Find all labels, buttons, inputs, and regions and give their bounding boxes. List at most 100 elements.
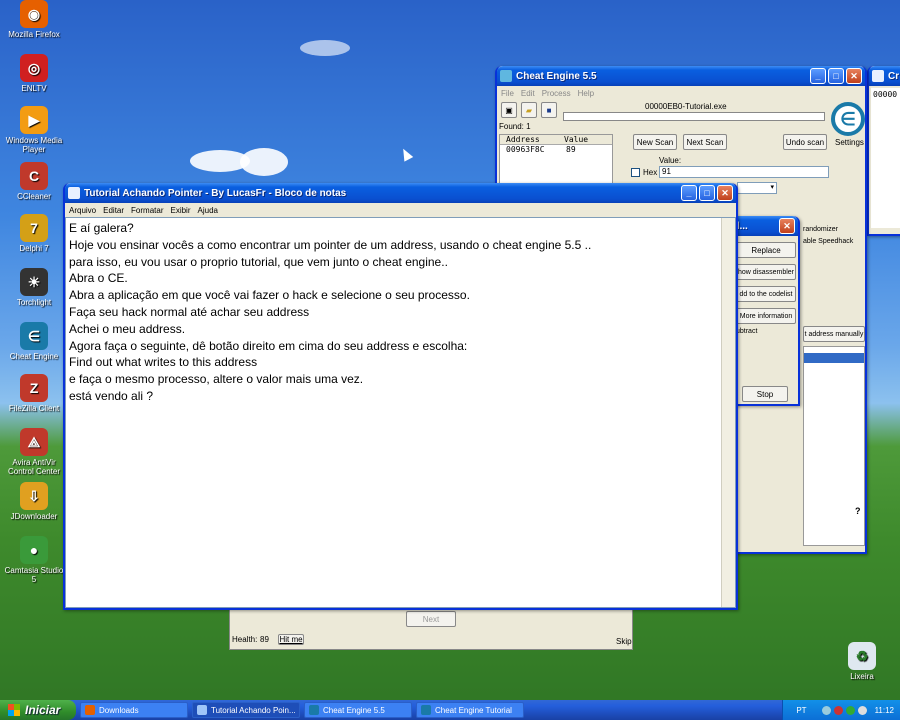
menu-file[interactable]: File [501,89,514,98]
app-icon: ⟁ [20,428,48,456]
desktop-icon[interactable]: ● Camtasia Studio 5 [2,536,66,584]
maximize-button[interactable]: □ [699,185,715,201]
app-icon [85,705,95,715]
cheat-engine-icon [500,70,512,82]
minimize-button[interactable]: _ [810,68,826,84]
cheat-engine-title: Cheat Engine 5.5 [516,70,597,82]
close-button[interactable]: ✕ [846,68,862,84]
text-line: E aí galera? [69,221,134,235]
maximize-button[interactable]: □ [828,68,844,84]
value-column-header[interactable]: Value [564,135,612,144]
scan-type-select[interactable]: ▾ [737,182,777,194]
menu-arquivo[interactable]: Arquivo [69,206,96,215]
text-line: Hoje vou ensinar vocês a como encontrar … [69,237,592,252]
taskbar-button-label: Cheat Engine Tutorial [435,705,512,715]
taskbar: Iniciar Downloads Tutorial Achando Poin..… [0,700,900,720]
hex-checkbox[interactable] [631,168,640,177]
task-button-group: Downloads Tutorial Achando Poin... Cheat E… [76,702,524,718]
desktop-icon[interactable]: ⇩ JDownloader [2,482,66,521]
notepad-window[interactable]: Tutorial Achando Pointer - By LucasFr - … [63,183,738,610]
settings-label[interactable]: Settings [835,138,864,147]
menu-ajuda[interactable]: Ajuda [198,206,218,215]
next-button[interactable]: Next [406,611,456,627]
app-icon: ◎ [20,54,48,82]
notepad-text-area[interactable]: E aí galera? Hoje vou ensinar vocês a com… [65,217,736,608]
value-label: Value: [659,156,682,165]
desktop-icon[interactable]: ◎ ENLTV [2,54,66,93]
more-information-button[interactable]: More information [736,308,796,324]
table-row[interactable]: 00963F8C 89 [500,145,612,154]
show-disassembler-button[interactable]: how disassembler [736,264,796,280]
hit-me-button[interactable]: Hit me [278,634,304,645]
app-icon: ◉ [20,0,48,28]
desktop-icon[interactable]: ∈ Cheat Engine [2,322,66,361]
recycle-bin[interactable]: ♻ Lixeira [830,642,894,681]
app-icon: ⇩ [20,482,48,510]
app-icon [421,705,431,715]
help-icon[interactable]: ? [855,506,861,516]
replace-button[interactable]: Replace [736,242,796,258]
desktop-icon[interactable]: ☀ Torchlight [2,268,66,307]
skip-button[interactable]: Skip [616,637,632,646]
close-button[interactable]: ✕ [717,185,733,201]
security-icon[interactable] [845,705,855,715]
vertical-scrollbar[interactable] [721,218,735,607]
desktop-icon-label: Windows Media Player [5,136,63,154]
desktop-icon[interactable]: ⟁ Avira AntiVir Control Center [2,428,66,476]
notepad-titlebar[interactable]: Tutorial Achando Pointer - By LucasFr - … [65,183,736,203]
undo-scan-button[interactable]: Undo scan [783,134,827,150]
desktop-icon[interactable]: 7 Delphi 7 [2,214,66,253]
selected-row[interactable] [804,353,864,363]
app-icon: ▶ [20,106,48,134]
cheat-table[interactable] [803,346,865,546]
cheat-engine-icon [872,70,884,82]
ce-second-window[interactable]: Cr 00000 [867,66,900,236]
menu-edit[interactable]: Edit [521,89,535,98]
taskbar-button[interactable]: Tutorial Achando Poin... [192,702,300,718]
desktop-icon[interactable]: ▶ Windows Media Player [2,106,66,154]
menu-help[interactable]: Help [578,89,594,98]
folder-icon: ▰ [525,105,533,115]
ce-second-window-titlebar[interactable]: Cr [869,66,900,86]
taskbar-button[interactable]: Cheat Engine 5.5 [304,702,412,718]
desktop-icon[interactable]: ◉ Mozilla Firefox [2,0,66,39]
volume-icon[interactable] [857,705,867,715]
scan-value-input[interactable]: 91 [659,166,829,178]
select-process-button[interactable]: ▣ [501,102,517,118]
open-table-button[interactable]: ▰ [521,102,537,118]
recycle-bin-label: Lixeira [850,672,874,681]
speedhack-label: able Speedhack [803,238,854,245]
desktop-icon-label: Delphi 7 [19,244,49,253]
text-line: Abra a aplicação em que você vai fazer o… [69,288,470,303]
menu-formatar[interactable]: Formatar [131,206,163,215]
desktop-icon[interactable]: C CCleaner [2,162,66,201]
address-column-header[interactable]: Address [500,135,564,144]
text-line: Faça seu hack normal até achar seu addre… [69,304,310,319]
taskbar-button[interactable]: Downloads [80,702,188,718]
desktop-icon[interactable]: Z FileZilla Client [2,374,66,413]
computer-icon: ▣ [505,105,513,115]
save-table-button[interactable]: ■ [541,102,557,118]
network-icon[interactable] [821,705,831,715]
minimize-button[interactable]: _ [681,185,697,201]
menu-exibir[interactable]: Exibir [170,206,190,215]
cheat-engine-logo: ∈ [831,102,865,136]
start-button[interactable]: Iniciar [0,700,76,720]
app-icon: C [20,162,48,190]
start-label: Iniciar [25,703,61,717]
language-indicator[interactable]: PT [796,706,806,715]
menu-editar[interactable]: Editar [103,206,124,215]
cloud [300,40,350,56]
add-address-manually-button[interactable]: t address manually [803,326,865,342]
desktop-icon-label: Avira AntiVir Control Center [7,458,61,476]
new-scan-button[interactable]: New Scan [633,134,677,150]
menu-process[interactable]: Process [542,89,571,98]
next-scan-button[interactable]: Next Scan [683,134,727,150]
close-button[interactable]: ✕ [779,218,795,234]
taskbar-button[interactable]: Cheat Engine Tutorial [416,702,524,718]
cheat-engine-titlebar[interactable]: Cheat Engine 5.5 _ □ ✕ [497,66,865,86]
desktop-icon-label: FileZilla Client [8,404,60,413]
antivirus-icon[interactable] [833,705,843,715]
add-to-codelist-button[interactable]: dd to the codelist [736,286,796,302]
stop-button[interactable]: Stop [742,386,788,402]
